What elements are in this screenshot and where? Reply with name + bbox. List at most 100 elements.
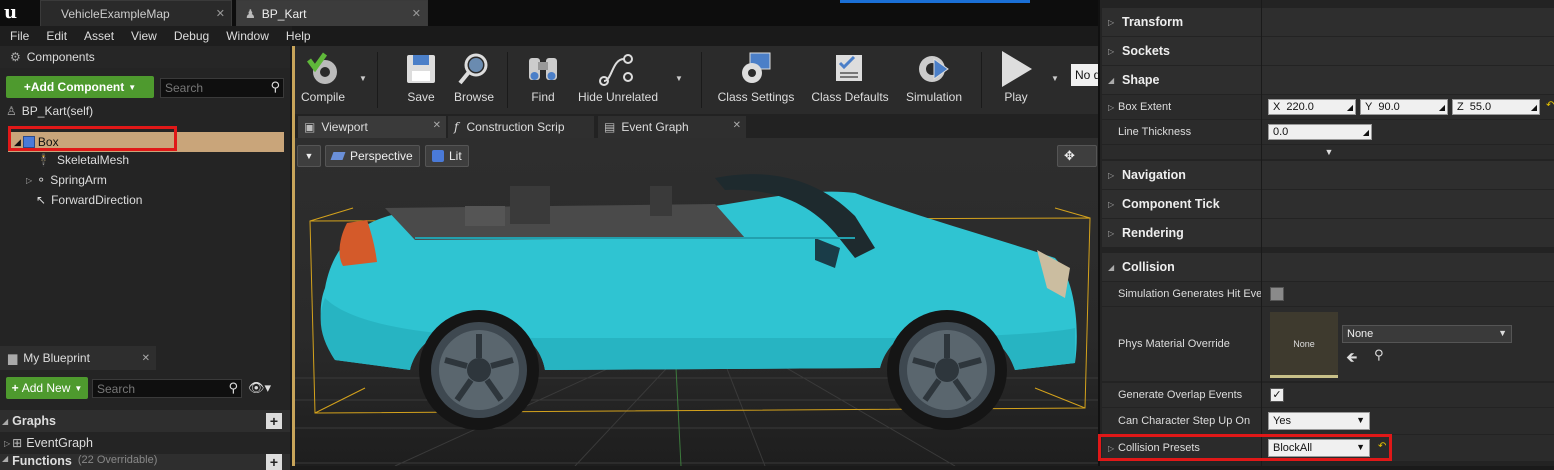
debug-filter-dropdown[interactable]: No d — [1071, 64, 1099, 86]
add-new-button[interactable]: + Add New ▼ — [6, 377, 88, 399]
phys-material-thumbnail[interactable]: None — [1270, 312, 1338, 378]
lit-button[interactable]: Lit — [425, 145, 469, 167]
expand-arrow-icon: ▷ — [1108, 170, 1115, 180]
use-selected-arrow-icon[interactable]: 🡸 — [1346, 347, 1357, 371]
search-icon: ⚲ — [228, 380, 238, 395]
graph-item-event-graph[interactable]: ▷ ⊞ EventGraph — [4, 433, 93, 453]
property-simulation-generates-hit-events: Simulation Generates Hit Eve — [1102, 282, 1554, 306]
simulation-hit-events-checkbox[interactable] — [1270, 287, 1284, 301]
hide-unrelated-options-chevron-icon[interactable]: ▼ — [675, 74, 683, 83]
plus-icon: + — [11, 381, 19, 395]
step-up-dropdown[interactable]: Yes ▼ — [1268, 412, 1370, 430]
category-rendering[interactable]: ▷ Rendering — [1102, 219, 1554, 247]
toolbar-separator — [507, 52, 508, 108]
browse-button[interactable]: Browse — [449, 48, 499, 110]
category-component-tick[interactable]: ▷ Component Tick — [1102, 190, 1554, 218]
add-graph-icon[interactable]: + — [266, 413, 282, 429]
components-search-input[interactable]: Search ⚲ — [160, 78, 284, 98]
viewport[interactable]: ▼ Perspective Lit ✥ — [295, 138, 1098, 466]
menu-window[interactable]: Window — [216, 29, 276, 43]
toolbar-separator — [981, 52, 982, 108]
tab-bp-kart[interactable]: ♟ BP_Kart ✕ — [236, 0, 428, 26]
graphs-section[interactable]: ◢ Graphs + — [0, 410, 290, 432]
line-thickness-field[interactable]: 0.0 ◢ — [1268, 124, 1372, 140]
class-defaults-button[interactable]: Class Defaults — [807, 48, 893, 110]
simulation-icon — [914, 50, 954, 88]
box-extent-x-field[interactable]: X 220.0 ◢ — [1268, 99, 1356, 115]
add-new-label: Add New — [21, 381, 71, 395]
transform-gizmo-button[interactable]: ✥ — [1057, 145, 1097, 167]
category-label: Shape — [1122, 73, 1160, 87]
perspective-button[interactable]: Perspective — [325, 145, 420, 167]
chevron-down-icon: ▼ — [1498, 328, 1507, 338]
eye-icon[interactable]: 👁▾ — [248, 380, 271, 396]
play-button[interactable]: Play — [991, 48, 1041, 110]
save-icon — [401, 50, 441, 88]
axis-label: X — [1273, 101, 1281, 113]
close-icon[interactable]: ✕ — [412, 7, 421, 20]
play-icon — [996, 50, 1036, 88]
find-button[interactable]: Find — [521, 48, 565, 110]
tab-construction-script[interactable]: f Construction Scrip — [448, 116, 594, 138]
category-navigation[interactable]: ▷ Navigation — [1102, 161, 1554, 189]
menu-edit[interactable]: Edit — [36, 29, 74, 43]
category-collision[interactable]: ◢ Collision — [1102, 253, 1554, 281]
components-panel: ⚙ Components +Add Component ▼ Search ⚲ ♙… — [0, 46, 290, 346]
tree-item-label: SpringArm — [50, 173, 107, 187]
category-label: Collision — [1122, 260, 1175, 274]
save-button[interactable]: Save — [399, 48, 443, 110]
expand-arrow-icon[interactable]: ▷ — [1108, 103, 1114, 112]
hide-unrelated-button[interactable]: Hide Unrelated — [575, 48, 661, 110]
menu-help[interactable]: Help — [276, 29, 318, 43]
category-label: Rendering — [1122, 226, 1184, 240]
my-blueprint-search-input[interactable]: Search ⚲ — [92, 379, 242, 398]
compile-label: Compile — [300, 90, 345, 104]
move-icon: ✥ — [1064, 148, 1075, 163]
resize-handle-icon: ◢ — [1362, 127, 1369, 137]
self-label[interactable]: ♙ BP_Kart(self) — [6, 104, 93, 118]
menu-debug[interactable]: Debug — [164, 29, 216, 43]
tree-item-forward-direction[interactable]: ↖ ForwardDirection — [36, 190, 142, 210]
expand-arrow-icon: ▷ — [1108, 17, 1115, 27]
advanced-expander[interactable]: ▼ — [1102, 145, 1554, 159]
add-component-button[interactable]: +Add Component ▼ — [6, 76, 154, 98]
compile-button[interactable]: Compile — [297, 48, 349, 110]
tab-viewport[interactable]: ▣ Viewport ✕ — [298, 116, 446, 138]
title-accent — [840, 0, 1030, 3]
compile-options-chevron-icon[interactable]: ▼ — [359, 74, 367, 83]
menu-view[interactable]: View — [121, 29, 164, 43]
tab-label: BP_Kart — [261, 6, 307, 21]
category-shape[interactable]: ◢ Shape — [1102, 66, 1554, 94]
tab-vehicle-example-map[interactable]: VehicleExampleMap ✕ — [40, 0, 232, 26]
box-extent-z-field[interactable]: Z 55.0 ◢ — [1452, 99, 1540, 115]
class-settings-icon — [736, 50, 776, 88]
functions-section[interactable]: ◢ Functions (22 Overridable) + — [0, 454, 290, 470]
self-label-text: BP_Kart(self) — [21, 104, 94, 118]
category-transform[interactable]: ▷ Transform — [1102, 8, 1554, 36]
reset-to-default-icon[interactable]: ↶ — [1546, 100, 1554, 111]
property-phys-material-override: Phys Material Override None None ▼ 🡸 ⚲ — [1102, 307, 1554, 381]
simulation-button[interactable]: Simulation — [901, 48, 967, 110]
close-icon[interactable]: ✕ — [142, 353, 150, 364]
close-icon[interactable]: ✕ — [216, 7, 225, 20]
tab-event-graph[interactable]: ▤ Event Graph ✕ — [598, 116, 746, 138]
add-function-icon[interactable]: + — [266, 454, 282, 470]
unreal-logo-icon[interactable]: u — [4, 2, 24, 24]
category-sockets[interactable]: ▷ Sockets — [1102, 37, 1554, 65]
menu-file[interactable]: File — [0, 29, 36, 43]
phys-material-dropdown[interactable]: None ▼ — [1342, 325, 1512, 343]
box-extent-y-field[interactable]: Y 90.0 ◢ — [1360, 99, 1448, 115]
tree-item-spring-arm[interactable]: ▷ ⚬ SpringArm — [26, 170, 107, 190]
tab-label: VehicleExampleMap — [61, 6, 170, 21]
menu-asset[interactable]: Asset — [74, 29, 121, 43]
expand-arrow-icon[interactable]: ▷ — [26, 176, 32, 185]
tree-item-skeletal-mesh[interactable]: 🕴 SkeletalMesh — [36, 150, 129, 170]
class-settings-button[interactable]: Class Settings — [713, 48, 799, 110]
viewport-options-button[interactable]: ▼ — [297, 145, 321, 167]
close-icon[interactable]: ✕ — [733, 120, 741, 131]
overlap-events-checkbox[interactable]: ✓ — [1270, 388, 1284, 402]
play-options-chevron-icon[interactable]: ▼ — [1051, 74, 1059, 83]
close-icon[interactable]: ✕ — [433, 120, 441, 131]
viewport-icon: ▣ — [304, 120, 316, 134]
browse-search-icon[interactable]: ⚲ — [1374, 347, 1384, 363]
